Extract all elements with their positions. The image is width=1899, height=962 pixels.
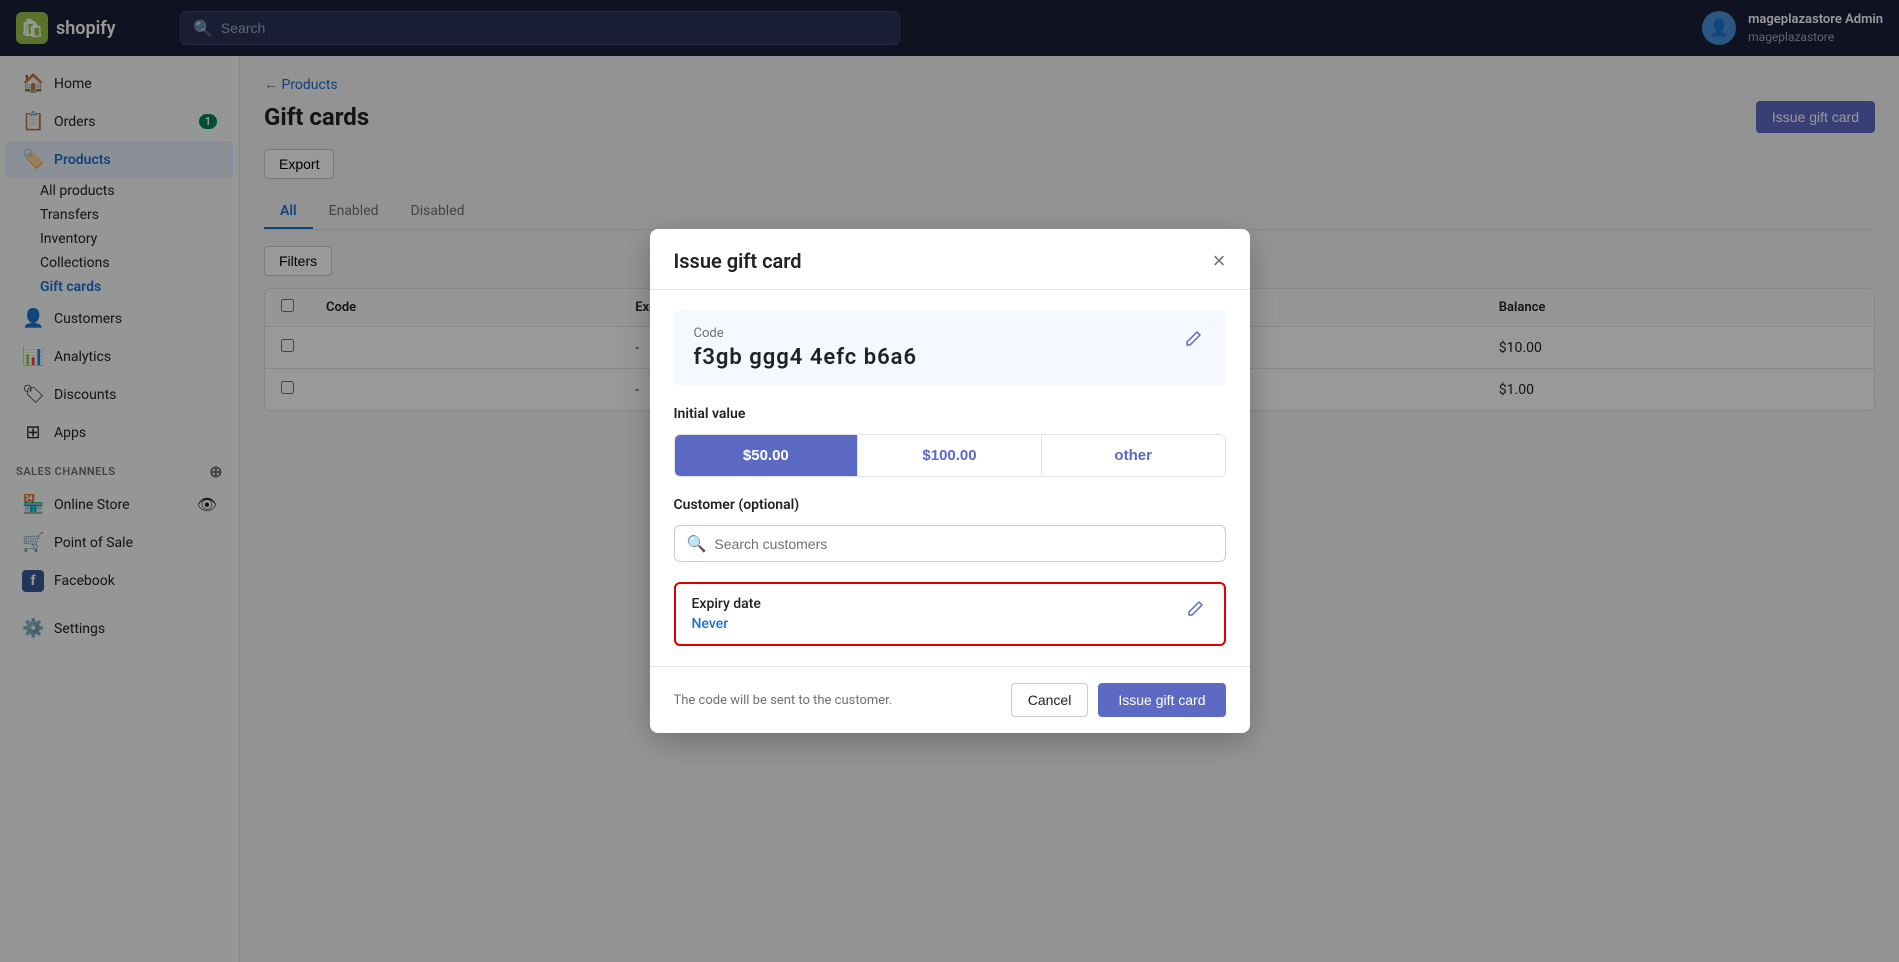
customer-section: Customer (optional) 🔍 <box>674 497 1226 562</box>
code-section: Code f3gb ggg4 4efc b6a6 <box>674 310 1226 386</box>
expiry-value: Never <box>692 616 761 632</box>
expiry-label: Expiry date <box>692 596 761 612</box>
expiry-section: Expiry date Never <box>674 582 1226 646</box>
initial-value-label: Initial value <box>674 406 1226 422</box>
modal-footer-actions: Cancel Issue gift card <box>1011 683 1226 717</box>
search-icon: 🔍 <box>687 534 707 553</box>
code-content: Code f3gb ggg4 4efc b6a6 <box>694 326 918 370</box>
edit-expiry-button[interactable] <box>1182 596 1208 627</box>
customer-label: Customer (optional) <box>674 497 1226 513</box>
code-value: f3gb ggg4 4efc b6a6 <box>694 345 918 370</box>
modal-overlay[interactable]: Issue gift card × Code f3gb ggg4 4efc b6… <box>0 0 1899 962</box>
code-label: Code <box>694 326 918 341</box>
modal-close-button[interactable]: × <box>1213 250 1226 272</box>
pencil-icon <box>1184 330 1202 348</box>
modal-header: Issue gift card × <box>650 229 1250 290</box>
value-options: $50.00 $100.00 other <box>674 434 1226 477</box>
value-option-other[interactable]: other <box>1041 435 1225 476</box>
customer-search[interactable]: 🔍 <box>674 525 1226 562</box>
modal-body: Code f3gb ggg4 4efc b6a6 Initial value $… <box>650 290 1250 666</box>
cancel-button[interactable]: Cancel <box>1011 683 1089 717</box>
modal-footer: The code will be sent to the customer. C… <box>650 666 1250 733</box>
customer-search-input[interactable] <box>714 536 1212 552</box>
edit-code-button[interactable] <box>1180 326 1206 357</box>
value-option-100[interactable]: $100.00 <box>857 435 1041 476</box>
expiry-content: Expiry date Never <box>692 596 761 632</box>
pencil-icon <box>1186 600 1204 618</box>
modal-footer-note: The code will be sent to the customer. <box>674 693 893 708</box>
initial-value-section: Initial value $50.00 $100.00 other <box>674 406 1226 477</box>
value-option-50[interactable]: $50.00 <box>675 435 858 476</box>
modal-issue-gift-card-button[interactable]: Issue gift card <box>1098 683 1225 717</box>
modal-title: Issue gift card <box>674 249 802 273</box>
issue-gift-card-modal: Issue gift card × Code f3gb ggg4 4efc b6… <box>650 229 1250 733</box>
